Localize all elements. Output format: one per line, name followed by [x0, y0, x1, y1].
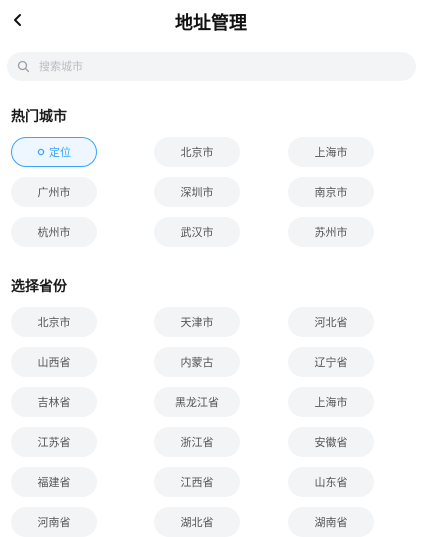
hot-city-chip[interactable]: 北京市 [154, 137, 240, 167]
province-chip[interactable]: 吉林省 [11, 387, 97, 417]
province-chip[interactable]: 湖南省 [288, 507, 374, 537]
province-chip[interactable]: 黑龙江省 [154, 387, 240, 417]
search-bar[interactable] [7, 52, 416, 81]
hot-city-chip[interactable]: 广州市 [11, 177, 97, 207]
province-chip[interactable]: 河南省 [11, 507, 97, 537]
province-chip[interactable]: 北京市 [11, 307, 97, 337]
hot-city-chip[interactable]: 武汉市 [154, 217, 240, 247]
province-chip[interactable]: 天津市 [154, 307, 240, 337]
locate-label: 定位 [49, 146, 71, 159]
hot-city-chip[interactable]: 南京市 [288, 177, 374, 207]
page-title: 地址管理 [175, 13, 247, 34]
province-chip[interactable]: 山西省 [11, 347, 97, 377]
province-chip[interactable]: 安徽省 [288, 427, 374, 457]
province-chip[interactable]: 福建省 [11, 467, 97, 497]
province-chip[interactable]: 上海市 [288, 387, 374, 417]
location-pin-icon [37, 148, 45, 156]
search-icon [17, 60, 31, 74]
province-chip[interactable]: 湖北省 [154, 507, 240, 537]
province-chip[interactable]: 内蒙古 [154, 347, 240, 377]
search-input[interactable] [37, 59, 401, 74]
hot-city-chip[interactable]: 深圳市 [154, 177, 240, 207]
province-chip[interactable]: 河北省 [288, 307, 374, 337]
provinces-title: 选择省份 [11, 279, 67, 295]
hot-cities-title: 热门城市 [11, 109, 67, 125]
province-chip[interactable]: 山东省 [288, 467, 374, 497]
header: 地址管理 [0, 0, 422, 40]
province-chip[interactable]: 江西省 [154, 467, 240, 497]
province-chip[interactable]: 浙江省 [154, 427, 240, 457]
hot-city-chip[interactable]: 苏州市 [288, 217, 374, 247]
province-chip[interactable]: 辽宁省 [288, 347, 374, 377]
province-chip[interactable]: 江苏省 [11, 427, 97, 457]
hot-city-chip[interactable]: 杭州市 [11, 217, 97, 247]
address-management-page: 地址管理 热门城市 定位 北京市 上海市 广州市 深圳市 南京市 杭州市 武汉市… [0, 0, 422, 537]
hot-city-chip[interactable]: 上海市 [288, 137, 374, 167]
locate-button[interactable]: 定位 [11, 137, 97, 167]
